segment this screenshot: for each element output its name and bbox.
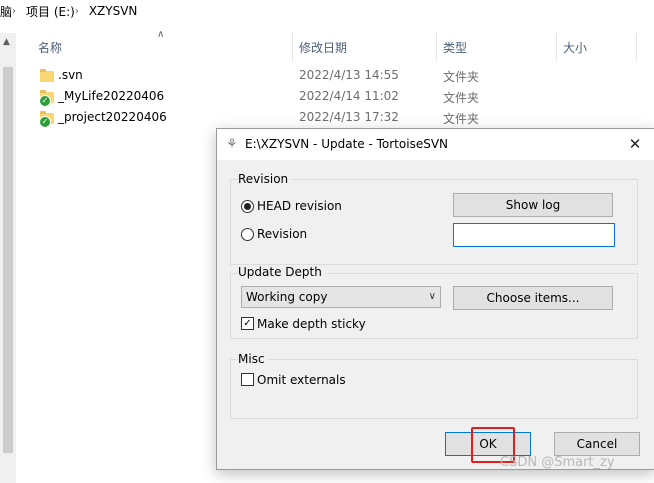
omit-externals-label[interactable]: Omit externals [257,373,346,387]
column-header-date[interactable]: 修改日期 [299,33,347,61]
scrollbar-thumb[interactable] [3,67,13,453]
sticky-label[interactable]: Make depth sticky [257,317,366,331]
misc-group [230,359,638,419]
revision-group-title: Revision [238,172,292,186]
file-name: _MyLife20220406 [58,89,165,103]
depth-select[interactable]: Working copy ∨ [241,286,441,308]
file-date: 2022/4/13 14:55 [299,68,399,82]
breadcrumb: 电脑 › 项目 (E:) › XZYSVN [0,0,654,22]
depth-select-value: Working copy [246,290,328,304]
file-type: 文件夹 [443,91,480,105]
head-revision-label[interactable]: HEAD revision [257,199,342,213]
sort-ascending-icon: ∧ [157,29,165,40]
column-header-name[interactable]: 名称 [38,33,62,61]
chevron-down-icon: ∨ [428,291,436,302]
file-date: 2022/4/14 11:02 [299,89,399,103]
column-header-type[interactable]: 类型 [443,33,467,61]
column-divider[interactable] [292,33,293,61]
file-row[interactable]: ✓ _MyLife20220406 2022/4/14 11:02 文件夹 [36,87,496,107]
cancel-button[interactable]: Cancel [554,432,640,456]
breadcrumb-item-folder[interactable]: XZYSVN [89,4,138,18]
choose-items-button[interactable]: Choose items... [453,286,613,310]
update-depth-group-title: Update Depth [238,265,325,279]
column-divider[interactable] [436,33,437,61]
vertical-scrollbar[interactable]: ▲ [0,33,16,483]
revision-group [230,179,638,265]
file-type: 文件夹 [443,112,480,126]
file-name: _project20220406 [58,110,167,124]
show-log-button[interactable]: Show log [453,193,613,217]
chevron-right-icon: › [12,5,17,17]
update-dialog: ⚘ E:\XZYSVN - Update - TortoiseSVN ✕ Rev… [216,128,654,470]
folder-icon [40,68,54,82]
column-header-size[interactable]: 大小 [563,33,587,61]
column-divider[interactable] [556,33,557,61]
folder-icon: ✓ [39,89,54,107]
head-revision-radio[interactable] [241,200,254,213]
file-row[interactable]: ✓ _project20220406 2022/4/13 17:32 文件夹 [36,108,496,128]
watermark: CSDN @Smart_zy [500,455,615,470]
revision-input[interactable] [453,223,615,247]
file-name: .svn [58,68,83,82]
folder-icon: ✓ [39,110,54,128]
file-row[interactable]: .svn 2022/4/13 14:55 文件夹 [36,66,496,86]
file-type: 文件夹 [443,70,480,84]
column-divider[interactable] [636,33,637,61]
close-icon[interactable]: ✕ [623,134,647,154]
dialog-titlebar[interactable]: ⚘ E:\XZYSVN - Update - TortoiseSVN ✕ [217,129,654,160]
file-date: 2022/4/13 17:32 [299,110,399,124]
tortoise-icon: ⚘ [226,137,238,152]
sticky-checkbox[interactable]: ✓ [241,317,254,330]
misc-group-title: Misc [238,352,268,366]
breadcrumb-item-computer[interactable]: 电脑 [0,3,12,20]
svn-normal-badge-icon: ✓ [39,116,51,128]
breadcrumb-item-drive[interactable]: 项目 (E:) [26,3,75,20]
omit-externals-checkbox[interactable] [241,373,254,386]
svn-normal-badge-icon: ✓ [39,95,51,107]
chevron-right-icon: › [74,5,79,17]
revision-label[interactable]: Revision [257,227,307,241]
revision-radio[interactable] [241,228,254,241]
dialog-title: E:\XZYSVN - Update - TortoiseSVN [245,137,449,151]
scroll-up-icon[interactable]: ▲ [3,37,10,47]
